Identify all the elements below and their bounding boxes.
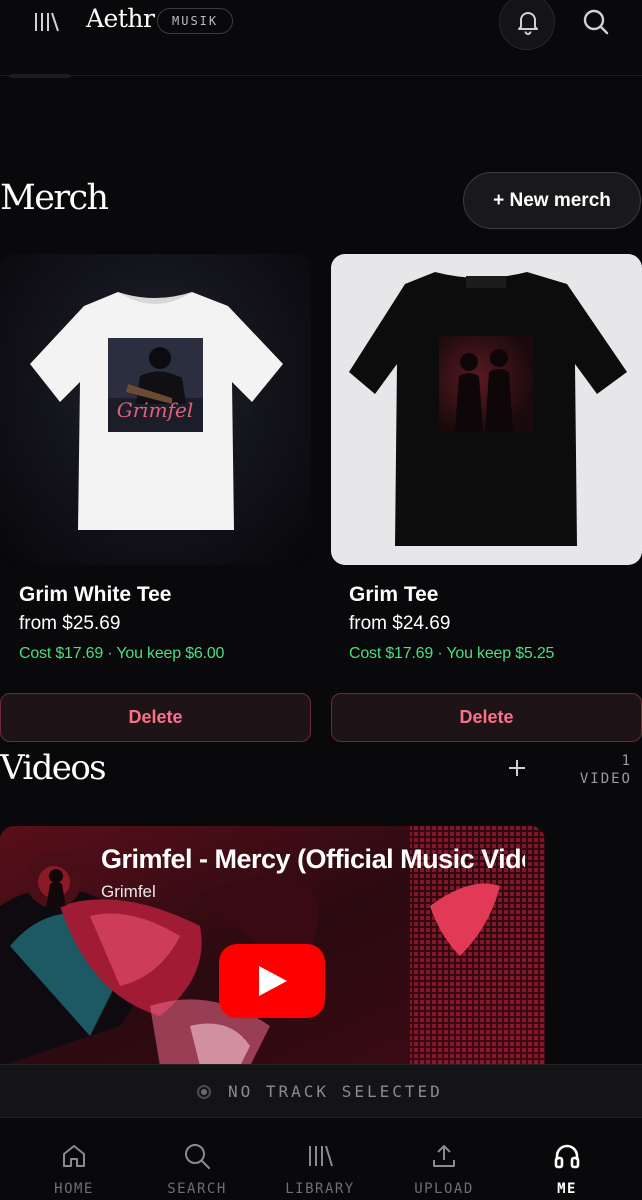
merch-price: from $24.69 <box>349 613 451 634</box>
scroll-indicator <box>10 74 70 78</box>
merch-price: from $25.69 <box>19 613 121 634</box>
home-icon <box>63 1145 85 1167</box>
delete-merch-button[interactable]: Delete <box>331 693 642 742</box>
video-count-label: VIDEO <box>579 771 632 787</box>
play-button[interactable] <box>219 944 325 1018</box>
black-tshirt-image <box>349 272 627 546</box>
notifications-button[interactable] <box>499 0 555 50</box>
video-card[interactable]: Grimfel - Mercy (Official Music Video) G… <box>0 826 545 1066</box>
nav-label: ME <box>557 1181 577 1197</box>
merch-title[interactable]: Grim White Tee <box>19 583 171 607</box>
upload-icon <box>433 1145 455 1167</box>
videos-heading: Videos <box>0 748 107 788</box>
video-count: 1 VIDEO <box>570 752 632 788</box>
nav-label: UPLOAD <box>414 1181 474 1197</box>
nav-me[interactable]: ME <box>512 1118 622 1200</box>
channel-avatar[interactable] <box>26 852 82 908</box>
bottom-nav: HOME SEARCH LIBRARY UPLOAD ME <box>0 1118 642 1200</box>
player-bar[interactable]: NO TRACK SELECTED <box>0 1064 642 1118</box>
merch-heading: Merch <box>0 178 109 218</box>
add-video-icon[interactable] <box>505 756 529 780</box>
video-count-number: 1 <box>621 753 632 769</box>
merch-cost-breakdown: Cost $17.69 · You keep $5.25 <box>349 645 555 662</box>
search-icon[interactable] <box>580 6 612 38</box>
merch-title[interactable]: Grim Tee <box>349 583 438 607</box>
video-channel[interactable]: Grimfel <box>101 882 156 902</box>
channel-avatar-image <box>26 852 82 908</box>
nav-search[interactable]: SEARCH <box>142 1118 252 1200</box>
print-logo-text: Grimfel <box>117 398 194 422</box>
merch-image-grim-tee[interactable] <box>331 254 642 565</box>
top-bar: Aethr MUSIK <box>0 0 642 76</box>
bell-icon <box>518 12 538 35</box>
nav-label: LIBRARY <box>285 1181 355 1197</box>
nav-label: HOME <box>54 1181 94 1197</box>
library-icon <box>309 1145 333 1167</box>
search-icon <box>185 1144 210 1169</box>
player-status-icon <box>197 1085 211 1099</box>
play-icon <box>259 966 287 996</box>
merch-image-grim-white-tee[interactable]: Grimfel <box>0 254 311 565</box>
delete-merch-button[interactable]: Delete <box>0 693 311 742</box>
nav-home[interactable]: HOME <box>19 1118 129 1200</box>
merch-cost-breakdown: Cost $17.69 · You keep $6.00 <box>19 645 225 662</box>
musik-badge[interactable]: MUSIK <box>157 8 234 34</box>
app-title[interactable]: Aethr <box>86 4 155 33</box>
player-status: NO TRACK SELECTED <box>228 1082 443 1101</box>
nav-label: SEARCH <box>167 1181 227 1197</box>
headphones-icon <box>554 1144 580 1169</box>
video-title[interactable]: Grimfel - Mercy (Official Music Video) <box>101 844 525 875</box>
nav-upload[interactable]: UPLOAD <box>389 1118 499 1200</box>
library-icon[interactable] <box>34 10 60 34</box>
new-merch-button[interactable]: + New merch <box>463 172 641 229</box>
white-tshirt-image: Grimfel <box>30 292 283 530</box>
nav-library[interactable]: LIBRARY <box>265 1118 375 1200</box>
